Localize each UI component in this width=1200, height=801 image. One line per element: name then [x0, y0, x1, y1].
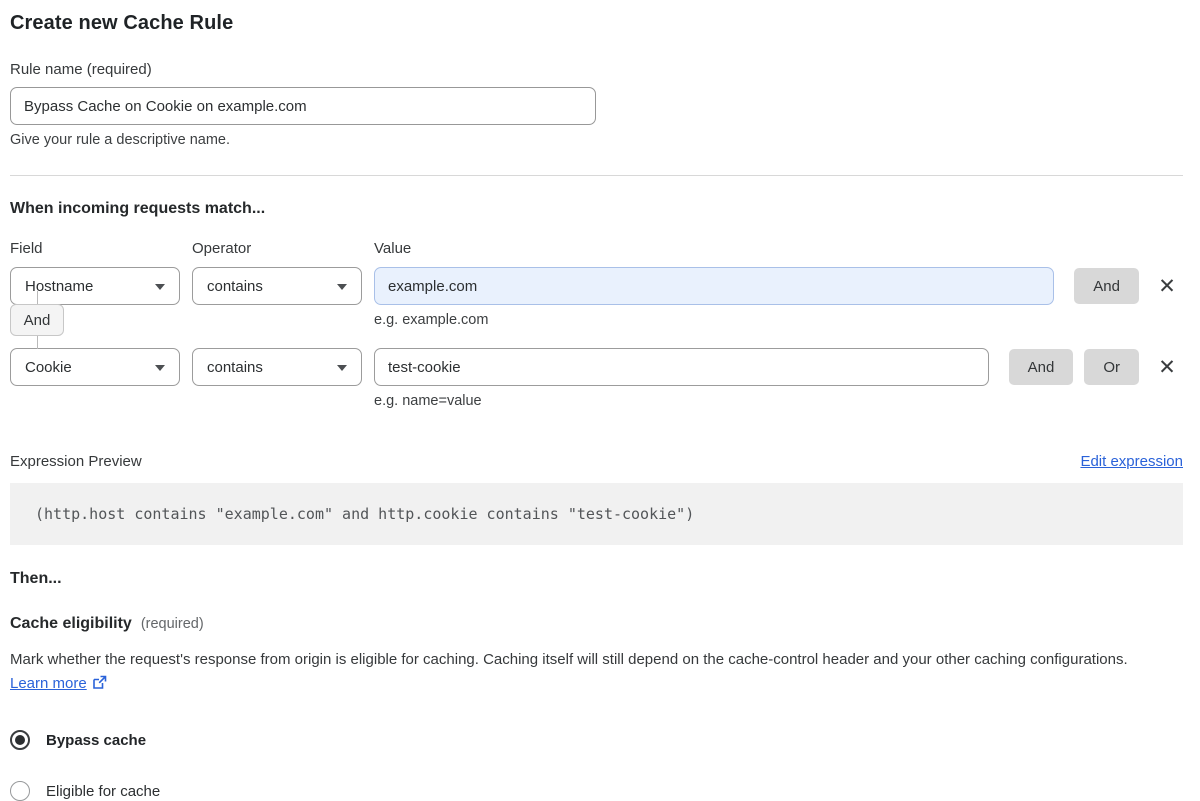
radio-selected-icon — [10, 730, 30, 750]
field-select-1[interactable]: Hostname — [10, 267, 180, 305]
rule-name-input[interactable] — [10, 87, 596, 125]
required-badge: (required) — [140, 616, 204, 632]
row-2-or-button[interactable]: Or — [1084, 349, 1139, 385]
cache-eligibility-heading: Cache eligibility (required) — [10, 615, 1183, 633]
cache-eligibility-title: Cache eligibility — [10, 615, 132, 632]
row-2-and-button[interactable]: And — [1008, 349, 1074, 385]
row-1-and-button[interactable]: And — [1074, 268, 1139, 304]
operator-column-label: Operator — [192, 240, 252, 257]
value-input-1[interactable] — [374, 267, 1055, 305]
value-example-1: e.g. example.com — [374, 312, 489, 328]
expression-preview-label: Expression Preview — [10, 453, 142, 470]
description-text: Mark whether the request's response from… — [10, 651, 1128, 668]
chevron-down-icon — [155, 365, 165, 371]
learn-more-link[interactable]: Learn more — [10, 675, 87, 692]
row-2-actions: And Or ✕ — [1001, 349, 1183, 385]
operator-select-2[interactable]: contains — [192, 348, 362, 386]
field-column-label: Field — [10, 240, 43, 257]
match-column-labels: Field Operator Value — [10, 240, 1183, 257]
expression-preview-code: (http.host contains "example.com" and ht… — [10, 483, 1183, 545]
value-input-2[interactable] — [374, 348, 989, 386]
chevron-down-icon — [337, 365, 347, 371]
operator-select-2-value: contains — [207, 358, 263, 376]
operator-select-1-value: contains — [207, 277, 263, 295]
row-connector: And — [10, 291, 64, 349]
radio-option-bypass-cache[interactable]: Bypass cache — [10, 730, 1183, 750]
match-section-title: When incoming requests match... — [10, 200, 266, 217]
rule-name-helper: Give your rule a descriptive name. — [10, 132, 231, 148]
expression-header: Expression Preview Edit expression — [10, 453, 1183, 470]
row-2-remove-icon[interactable]: ✕ — [1151, 349, 1183, 385]
cache-eligibility-description: Mark whether the request's response from… — [10, 648, 1170, 698]
match-row-2: Cookie contains And Or ✕ e.g. name=value — [10, 348, 1183, 409]
chevron-down-icon — [337, 284, 347, 290]
page-title: Create new Cache Rule — [10, 12, 234, 34]
field-select-2[interactable]: Cookie — [10, 348, 180, 386]
value-example-2: e.g. name=value — [374, 393, 482, 409]
eligible-for-cache-label: Eligible for cache — [46, 782, 161, 800]
value-column-label: Value — [374, 240, 412, 257]
rule-name-label: Rule name (required) — [10, 61, 152, 78]
match-row-1: Hostname contains And ✕ e.g. example.com — [10, 267, 1183, 328]
bypass-cache-label: Bypass cache — [46, 731, 147, 749]
then-section-title: Then... — [10, 570, 62, 587]
edit-expression-link[interactable]: Edit expression — [1080, 453, 1183, 470]
row-1-actions: And ✕ — [1066, 268, 1183, 304]
section-divider — [10, 175, 1183, 176]
field-select-2-value: Cookie — [25, 358, 72, 376]
rule-name-block: Rule name (required) Give your rule a de… — [10, 61, 1183, 148]
operator-select-1[interactable]: contains — [192, 267, 362, 305]
external-link-icon — [92, 674, 107, 698]
row-1-remove-icon[interactable]: ✕ — [1151, 268, 1183, 304]
radio-option-eligible-for-cache[interactable]: Eligible for cache — [10, 781, 1183, 801]
radio-unselected-icon — [10, 781, 30, 801]
chevron-down-icon — [155, 284, 165, 290]
create-cache-rule-page: Create new Cache Rule Rule name (require… — [0, 0, 1200, 801]
field-select-1-value: Hostname — [25, 277, 94, 295]
connector-and-button[interactable]: And — [10, 304, 64, 336]
